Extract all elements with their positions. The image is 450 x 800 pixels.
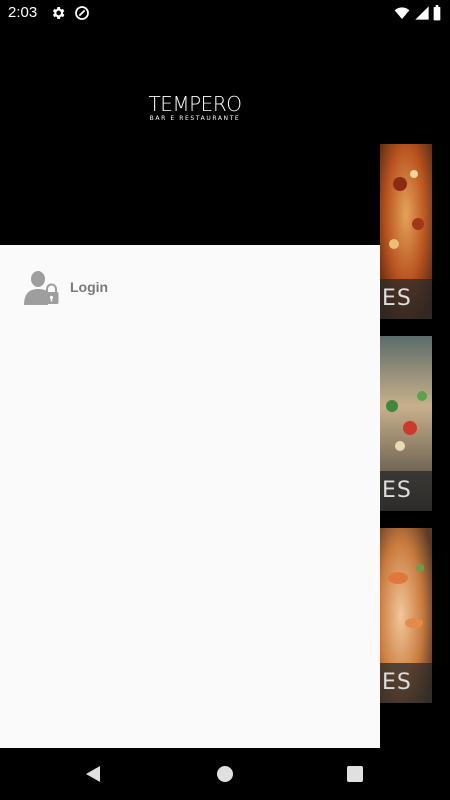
user-lock-icon bbox=[24, 271, 59, 305]
background-card[interactable]: ES bbox=[380, 528, 432, 703]
background-scroll-edge bbox=[432, 26, 450, 748]
home-icon[interactable] bbox=[215, 764, 235, 784]
background-card[interactable]: ES bbox=[380, 336, 432, 511]
restaurant-logo: TEMPERO BAR E RESTAURANTE bbox=[140, 94, 250, 123]
system-nav-bar bbox=[0, 748, 450, 800]
logo-name: TEMPERO bbox=[148, 92, 242, 116]
menu-item-label: Login bbox=[70, 279, 109, 295]
back-icon[interactable] bbox=[84, 764, 104, 784]
card-caption: ES bbox=[380, 279, 432, 319]
navigation-drawer: Login bbox=[0, 245, 380, 748]
logo-tagline: BAR E RESTAURANTE bbox=[149, 115, 241, 122]
menu-item-login[interactable]: Login bbox=[0, 265, 380, 309]
status-time: 2:03 bbox=[8, 4, 38, 21]
settings-gear-icon bbox=[52, 7, 65, 19]
background-content: ES ES ES bbox=[380, 26, 450, 748]
recents-icon[interactable] bbox=[345, 764, 365, 784]
card-caption: ES bbox=[380, 663, 432, 703]
background-card[interactable]: ES bbox=[380, 144, 432, 319]
wifi-icon bbox=[394, 7, 410, 19]
battery-icon bbox=[433, 5, 441, 21]
card-caption: ES bbox=[380, 471, 432, 511]
signal-icon bbox=[415, 6, 429, 20]
data-saver-icon bbox=[75, 6, 89, 20]
drawer-header: TEMPERO BAR E RESTAURANTE bbox=[0, 26, 380, 245]
status-bar: 2:03 bbox=[0, 0, 450, 26]
